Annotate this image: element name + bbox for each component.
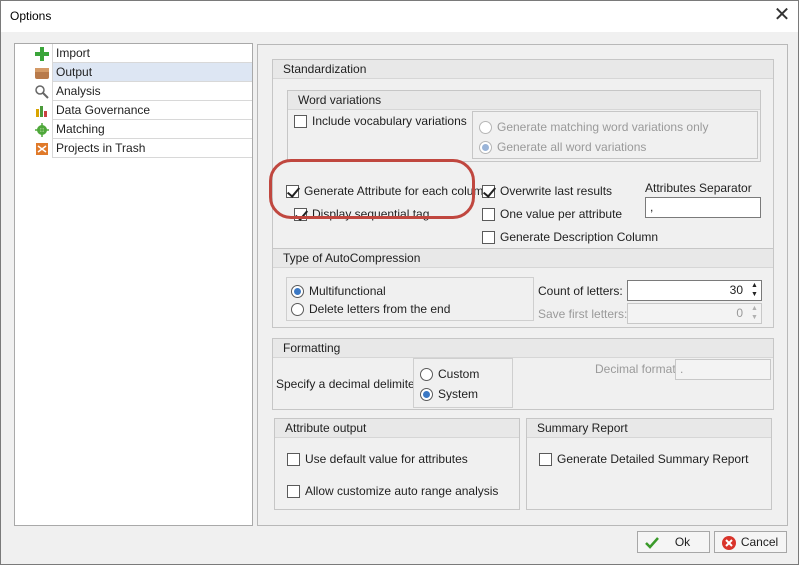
use-default-value-checkbox[interactable]: Use default value for attributes [287,452,468,466]
formatting-group: Formatting Specify a decimal delimiter: … [272,338,774,410]
title-bar: Options ✕ [1,1,798,32]
close-icon[interactable]: ✕ [770,4,794,28]
autocompression-title: Type of AutoCompression [273,249,773,268]
allow-customize-checkbox[interactable]: Allow customize auto range analysis [287,484,498,498]
decimal-format-label: Decimal format: [595,362,680,376]
window-title: Options [10,9,52,23]
cancel-button[interactable]: Cancel [714,531,787,553]
generate-description-column-checkbox[interactable]: Generate Description Column [482,230,658,244]
tree-item-analysis[interactable]: Analysis [15,82,252,101]
tree-item-label: Data Governance [52,101,252,120]
checkbox-box[interactable] [482,207,495,221]
data-governance-icon [36,106,47,117]
decimal-delimiter-label: Specify a decimal delimiter: [276,377,423,391]
tree-item-projects-in-trash[interactable]: Projects in Trash [15,139,252,158]
compression-mode-group: Multifunctional Delete letters from the … [286,277,534,321]
tree-item-matching[interactable]: Matching [15,120,252,139]
decimal-format-input[interactable]: . [675,359,771,380]
tree-item-import[interactable]: Import [15,44,252,63]
matching-icon [35,123,49,137]
standardization-title: Standardization [273,60,773,79]
count-of-letters-label: Count of letters: [538,284,623,298]
import-icon [35,47,49,61]
attribute-output-group: Attribute output Use default value for a… [274,418,520,510]
tree-item-data-governance[interactable]: Data Governance [15,101,252,120]
save-first-letters-label: Save first letters: [538,307,628,321]
output-icon [35,68,49,79]
autocompression-group: Type of AutoCompression Multifunctional … [272,248,774,328]
spin-arrows-icon[interactable]: ▲ ▼ [748,281,761,300]
attribute-output-title: Attribute output [275,419,519,438]
word-variations-group: Word variations Include vocabulary varia… [287,90,761,162]
checkbox-box[interactable] [539,452,552,466]
spin-arrows-icon[interactable]: ▲ ▼ [748,304,761,323]
summary-report-title: Summary Report [527,419,771,438]
tree-item-label: Output [52,63,252,82]
variation-mode-group: Generate matching word variations only G… [472,111,758,159]
checkbox-box[interactable] [287,484,300,498]
summary-report-group: Summary Report Generate Detailed Summary… [526,418,772,510]
system-radio[interactable]: System [420,387,478,401]
delimiter-mode-group: Custom System [413,358,513,408]
word-variations-title: Word variations [288,91,760,110]
include-vocabulary-checkbox[interactable]: Include vocabulary variations [294,114,467,128]
tree-item-label: Import [52,44,252,63]
settings-panel: Standardization Word variations Include … [257,44,788,526]
attributes-separator-input[interactable]: , [645,197,761,218]
count-of-letters-input[interactable]: 30 ▲ ▼ [627,280,762,301]
checkbox-box[interactable] [294,114,307,128]
checkbox-box[interactable] [482,184,495,198]
projects-trash-icon [36,143,48,155]
tree-item-output[interactable]: Output [15,63,252,82]
overwrite-last-results-checkbox[interactable]: Overwrite last results [482,184,612,198]
attributes-separator-label: Attributes Separator [645,181,752,195]
checkbox-box[interactable] [482,230,495,244]
tree-item-label: Analysis [52,82,252,101]
generate-detailed-summary-checkbox[interactable]: Generate Detailed Summary Report [539,452,748,466]
tree-item-label: Matching [52,120,252,139]
checkbox-box[interactable] [287,452,300,466]
analysis-icon [35,85,49,99]
highlight-annotation [269,159,475,219]
generate-all-radio[interactable]: Generate all word variations [479,140,646,154]
tree-item-label: Projects in Trash [52,139,252,158]
ok-button[interactable]: Ok [637,531,710,553]
multifunctional-radio[interactable]: Multifunctional [291,284,386,298]
custom-radio[interactable]: Custom [420,367,479,381]
options-tree: Import Output Analysis Data Governance M… [14,43,253,526]
delete-letters-radio[interactable]: Delete letters from the end [291,302,450,316]
generate-matching-only-radio[interactable]: Generate matching word variations only [479,120,708,134]
formatting-title: Formatting [273,339,773,358]
one-value-per-attribute-checkbox[interactable]: One value per attribute [482,207,622,221]
save-first-letters-input[interactable]: 0 ▲ ▼ [627,303,762,324]
options-dialog: Options ✕ Import Output Analysis Data Go… [0,0,799,565]
